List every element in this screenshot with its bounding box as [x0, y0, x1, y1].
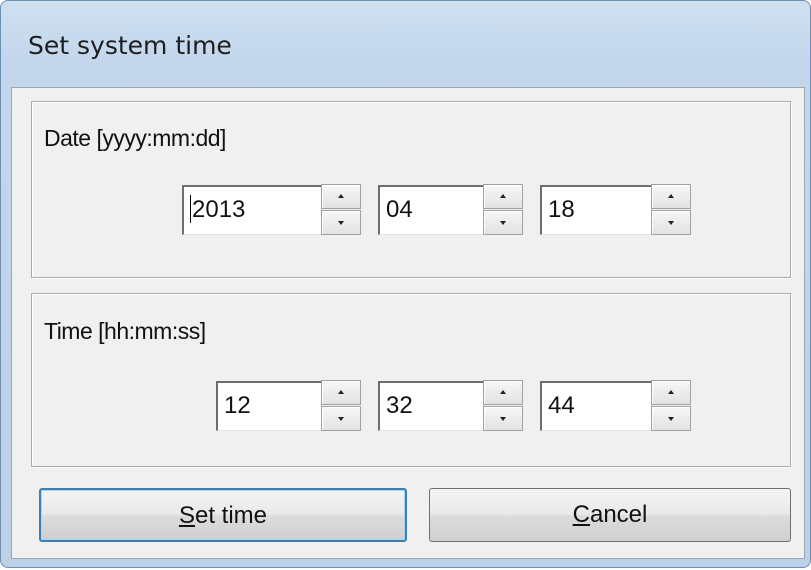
set-time-label: et time	[194, 502, 268, 529]
spin-up-arrow-icon	[668, 390, 674, 394]
spin-up-arrow-icon	[338, 390, 344, 394]
cancel-label: ancel	[589, 501, 648, 528]
second-increment-button[interactable]	[651, 380, 691, 405]
set-time-mnemonic: S	[178, 502, 195, 529]
minute-input[interactable]: 32	[378, 381, 484, 431]
minute-increment-button[interactable]	[483, 380, 523, 405]
day-value: 18	[548, 196, 575, 223]
month-increment-button[interactable]	[483, 184, 523, 209]
day-spinner[interactable]	[651, 184, 691, 236]
spin-down-arrow-icon	[338, 417, 344, 421]
year-input[interactable]: 2013	[182, 185, 322, 235]
title-bar[interactable]: Set system time	[1, 1, 810, 91]
hour-value: 12	[224, 392, 251, 419]
spin-down-arrow-icon	[668, 221, 674, 225]
window-title: Set system time	[28, 31, 232, 60]
hour-input[interactable]: 12	[216, 381, 322, 431]
cancel-button[interactable]: Cancel	[429, 488, 791, 542]
time-group: Time [hh:mm:ss] 12 32 44	[31, 293, 791, 467]
minute-value: 32	[386, 392, 413, 419]
hour-increment-button[interactable]	[321, 380, 361, 405]
spin-down-arrow-icon	[500, 221, 506, 225]
spin-down-arrow-icon	[500, 417, 506, 421]
cancel-mnemonic: C	[572, 501, 590, 528]
day-input[interactable]: 18	[540, 185, 652, 235]
year-value: 2013	[192, 196, 246, 223]
set-time-button[interactable]: Set time	[39, 488, 407, 542]
hour-decrement-button[interactable]	[321, 406, 361, 431]
spin-down-arrow-icon	[338, 221, 344, 225]
spin-up-arrow-icon	[500, 390, 506, 394]
second-input[interactable]: 44	[540, 381, 652, 431]
year-increment-button[interactable]	[321, 184, 361, 209]
hour-spinner[interactable]	[321, 380, 361, 432]
day-increment-button[interactable]	[651, 184, 691, 209]
time-group-label: Time [hh:mm:ss]	[44, 318, 206, 344]
month-spinner[interactable]	[483, 184, 523, 236]
month-decrement-button[interactable]	[483, 210, 523, 235]
date-group: Date [yyyy:mm:dd] 2013 04 18	[31, 101, 791, 278]
month-value: 04	[386, 196, 413, 223]
month-input[interactable]: 04	[378, 185, 484, 235]
day-decrement-button[interactable]	[651, 210, 691, 235]
set-system-time-dialog: Set system time Date [yyyy:mm:dd] 2013 0…	[0, 0, 811, 568]
spin-up-arrow-icon	[668, 194, 674, 198]
text-cursor	[190, 194, 191, 223]
second-decrement-button[interactable]	[651, 406, 691, 431]
year-spinner[interactable]	[321, 184, 361, 236]
second-value: 44	[548, 392, 575, 419]
second-spinner[interactable]	[651, 380, 691, 432]
spin-down-arrow-icon	[668, 417, 674, 421]
spin-up-arrow-icon	[338, 194, 344, 198]
spin-up-arrow-icon	[500, 194, 506, 198]
date-group-label: Date [yyyy:mm:dd]	[44, 125, 226, 151]
minute-decrement-button[interactable]	[483, 406, 523, 431]
minute-spinner[interactable]	[483, 380, 523, 432]
year-decrement-button[interactable]	[321, 210, 361, 235]
